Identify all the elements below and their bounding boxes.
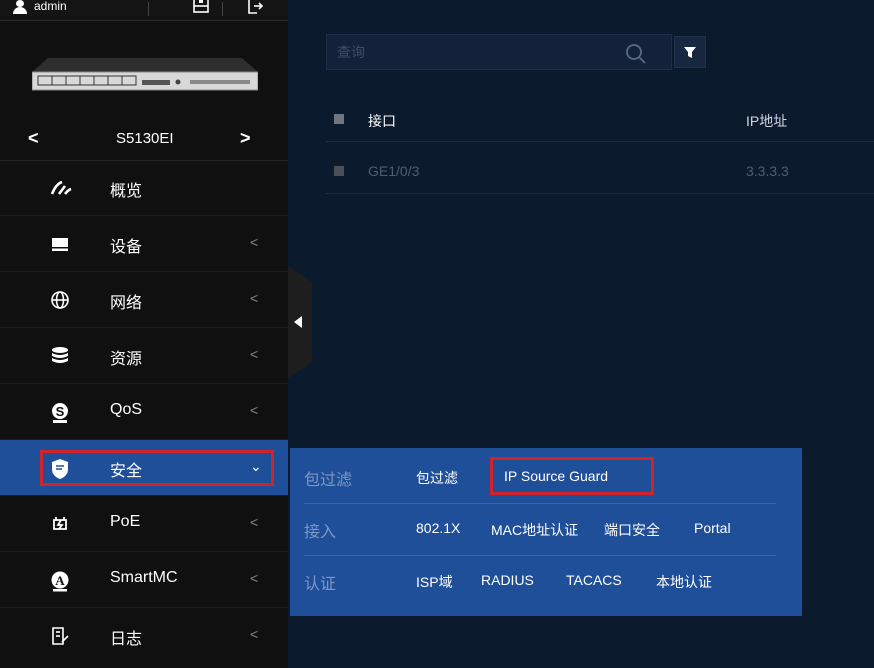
chevron-left-icon: <: [250, 290, 259, 306]
security-submenu: 包过滤 包过滤 IP Source Guard 接入 802.1X MAC地址认…: [290, 448, 802, 616]
nav-item-resource[interactable]: 资源 <: [0, 328, 288, 384]
submenu-link-8021x[interactable]: 802.1X: [416, 520, 460, 536]
username-label: admin: [34, 0, 67, 13]
submenu-link-mac-auth[interactable]: MAC地址认证: [491, 520, 578, 540]
top-bar: admin: [0, 0, 288, 21]
divider: [222, 2, 223, 16]
nav-item-label: 日志: [110, 631, 143, 648]
submenu-link-local-auth[interactable]: 本地认证: [656, 572, 712, 592]
filter-button[interactable]: [674, 36, 706, 68]
search-input[interactable]: [326, 34, 672, 70]
qos-icon: S: [50, 402, 70, 423]
submenu-category: 接入: [304, 524, 337, 541]
globe-icon: [50, 290, 70, 310]
nav-item-device[interactable]: 设备 <: [0, 216, 288, 272]
submenu-link-portal[interactable]: Portal: [694, 520, 731, 536]
nav-item-label: 设备: [110, 239, 143, 256]
poe-icon: [50, 514, 70, 534]
cell-interface: GE1/0/3: [368, 163, 420, 179]
column-header-interface: 接口: [368, 113, 396, 129]
prev-device-button[interactable]: <: [28, 128, 39, 149]
chevron-left-icon: <: [250, 402, 259, 418]
device-name: S5130EI: [116, 130, 174, 147]
submenu-link-tacacs[interactable]: TACACS: [566, 572, 622, 588]
submenu-link-radius[interactable]: RADIUS: [481, 572, 534, 588]
submenu-row-access: 接入 802.1X MAC地址认证 端口安全 Portal: [304, 504, 776, 556]
database-icon: [50, 346, 70, 366]
svg-text:S: S: [56, 404, 65, 419]
cell-ip: 3.3.3.3: [746, 163, 789, 179]
search-icon[interactable]: [624, 42, 650, 66]
nav-item-label: SmartMC: [110, 569, 178, 586]
row-checkbox[interactable]: [334, 166, 344, 176]
log-icon: [50, 626, 70, 646]
highlight-box: [40, 450, 274, 486]
submenu-category: 包过滤: [304, 472, 353, 489]
submenu-link-isp-domain[interactable]: ISP域: [416, 572, 453, 592]
nav-item-network[interactable]: 网络 <: [0, 272, 288, 328]
nav-item-label: QoS: [110, 401, 143, 418]
logout-icon[interactable]: [246, 0, 264, 14]
chevron-left-icon: <: [250, 570, 259, 586]
nav-item-label: PoE: [110, 513, 141, 530]
submenu-row-authentication: 认证 ISP域 RADIUS TACACS 本地认证: [304, 556, 776, 608]
column-header-ip: IP地址: [746, 113, 788, 129]
nav-item-label: 网络: [110, 295, 143, 312]
sidebar: admin < S5130EI > 概览 设备 < 网络 < 资源 < S Qo…: [0, 0, 288, 668]
submenu-category: 认证: [304, 576, 337, 593]
highlight-box: [490, 457, 654, 495]
nav-item-smartmc[interactable]: A SmartMC <: [0, 552, 288, 608]
next-device-button[interactable]: >: [240, 128, 251, 149]
device-icon: [50, 234, 70, 254]
nav-item-label: 概览: [110, 183, 143, 200]
filter-icon: [684, 47, 696, 58]
chevron-left-icon: <: [250, 234, 259, 250]
nav-item-poe[interactable]: PoE <: [0, 496, 288, 552]
chevron-left-icon: <: [250, 514, 259, 530]
submenu-row-packet-filter: 包过滤 包过滤 IP Source Guard: [304, 452, 776, 504]
submenu-link-port-security[interactable]: 端口安全: [604, 520, 660, 540]
svg-text:A: A: [55, 573, 65, 588]
table-header: 接口 IP地址: [326, 98, 874, 142]
table-row[interactable]: GE1/0/3 3.3.3.3: [326, 150, 874, 194]
smartmc-icon: A: [50, 570, 70, 592]
save-icon[interactable]: [192, 0, 210, 14]
sidebar-collapse-toggle[interactable]: [288, 266, 312, 378]
dashboard-icon: [50, 178, 72, 198]
submenu-link-packet-filter[interactable]: 包过滤: [416, 468, 458, 488]
nav-item-log[interactable]: 日志 <: [0, 608, 288, 664]
chevron-left-icon: <: [250, 346, 259, 362]
user-icon: [12, 0, 28, 14]
switch-device-image: [31, 56, 259, 92]
nav-item-overview[interactable]: 概览: [0, 160, 288, 216]
nav-item-security[interactable]: 安全 ⌄: [0, 440, 288, 496]
device-selector: < S5130EI >: [0, 120, 288, 161]
chevron-left-icon: <: [250, 626, 259, 642]
select-all-checkbox[interactable]: [334, 114, 344, 124]
nav-item-label: 资源: [110, 351, 143, 368]
divider: [148, 2, 149, 16]
nav-item-qos[interactable]: S QoS <: [0, 384, 288, 440]
